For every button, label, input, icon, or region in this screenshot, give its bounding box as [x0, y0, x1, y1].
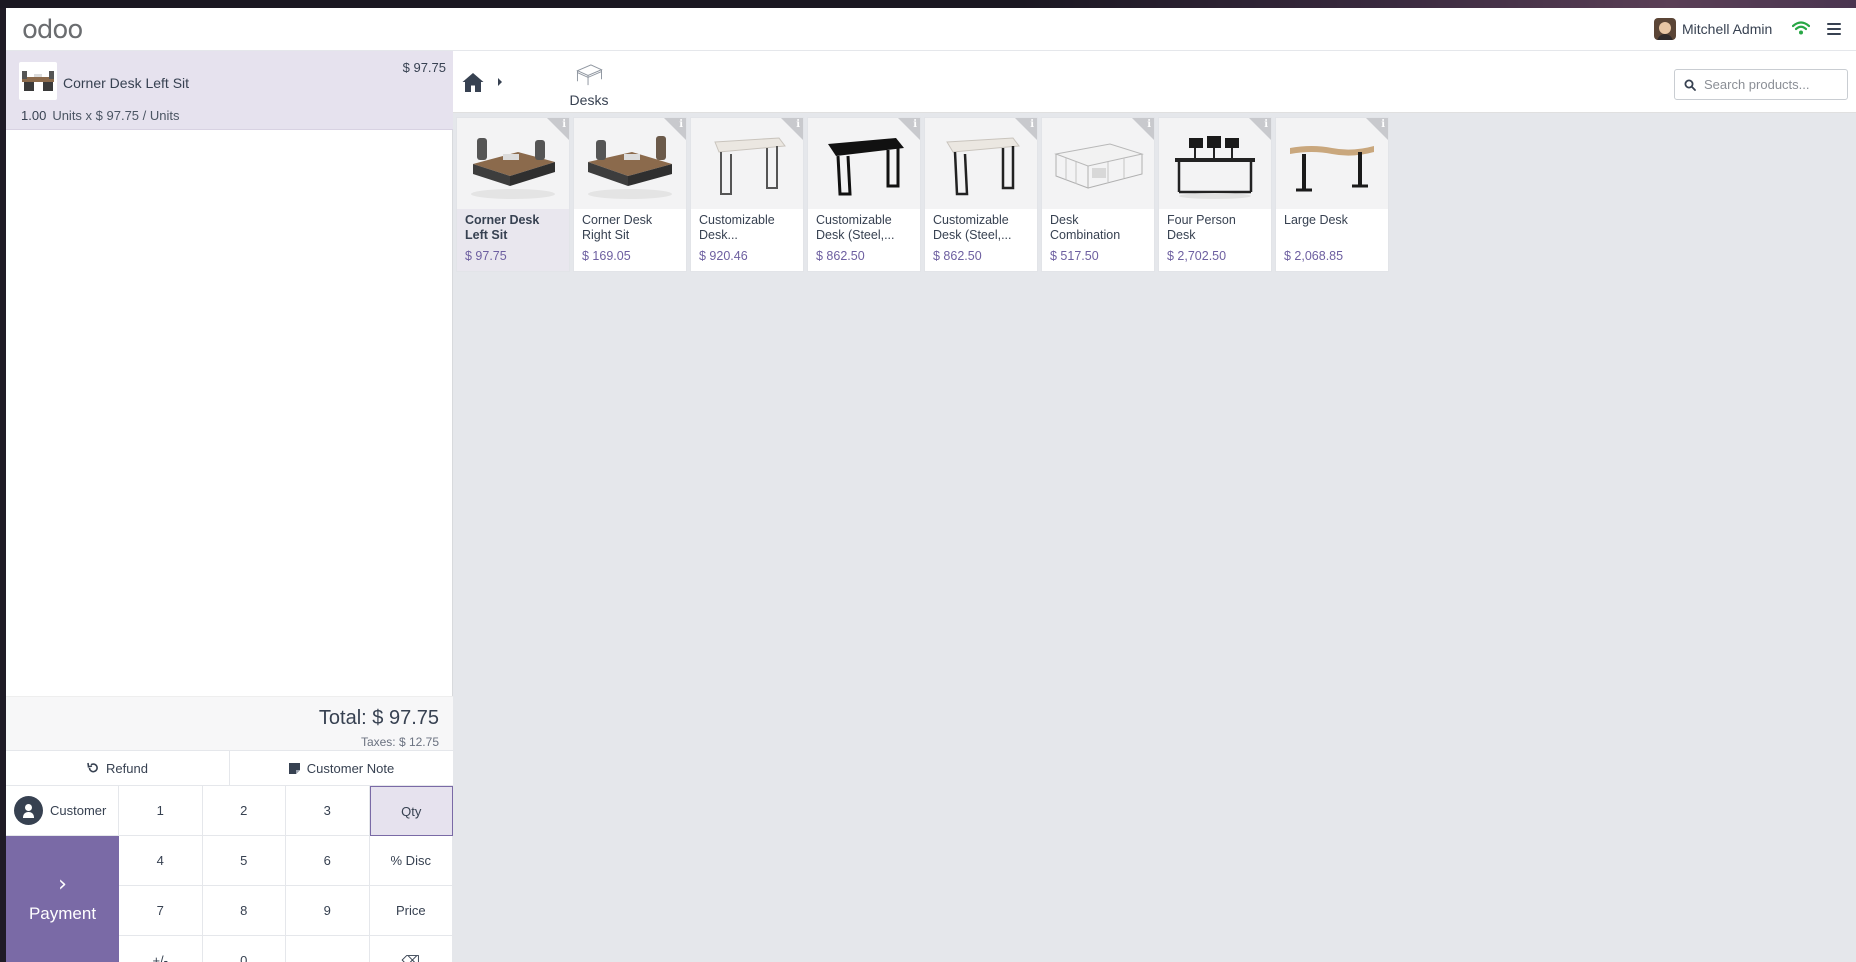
numpad-key-4[interactable]: 4	[119, 836, 203, 886]
order-taxes: Taxes: $ 12.75	[360, 735, 439, 749]
pos-app: odoo Mitchell Admin Corner Desk Left Sit…	[6, 8, 1856, 962]
user-icon	[14, 796, 43, 825]
product-search[interactable]	[1674, 69, 1848, 100]
product-price: $ 862.50	[933, 249, 982, 263]
product-price: $ 920.46	[699, 249, 748, 263]
order-line-thumbnail	[19, 62, 57, 100]
control-buttons: Refund Customer Note	[6, 750, 453, 786]
info-icon[interactable]: i	[1030, 119, 1034, 130]
numpad-key-5[interactable]: 5	[202, 836, 286, 886]
order-line-price: $ 97.75	[402, 60, 446, 75]
product-price: $ 169.05	[582, 249, 631, 263]
search-icon	[1684, 79, 1696, 91]
odoo-logo[interactable]: odoo	[22, 17, 83, 43]
category-label: Desks	[569, 92, 609, 108]
product-name: Desk Combination	[1050, 213, 1121, 242]
numpad: 1 2 3 Qty 4 5 6 % Disc 7 8 9 Price +/- 0…	[119, 786, 453, 962]
mode-discount-button[interactable]: % Disc	[369, 836, 453, 886]
order-line-info: 1.00 Units x $ 97.75 / Units	[21, 108, 179, 123]
note-icon	[288, 762, 300, 774]
product-name: Corner Desk Left Sit	[465, 213, 540, 242]
numpad-area: Customer › Payment 1 2 3 Qty 4 5 6 % Dis…	[6, 786, 453, 962]
product-price: $ 2,068.85	[1284, 249, 1344, 263]
product-name: Customizable Desk (Steel,...	[816, 213, 895, 242]
order-line-unit-info: Units x $ 97.75 / Units	[52, 108, 180, 123]
order-line-quantity: 1.00	[21, 108, 47, 123]
backspace-button[interactable]: ⌫	[369, 936, 453, 962]
product-name: Large Desk	[1284, 213, 1348, 227]
product-price: $ 2,702.50	[1167, 249, 1227, 263]
order-line[interactable]: Corner Desk Left Sit $ 97.75 1.00 Units x…	[6, 51, 453, 130]
hamburger-menu-icon[interactable]	[1826, 21, 1842, 37]
desktop-wallpaper	[0, 0, 1856, 8]
top-navbar: odoo Mitchell Admin	[6, 8, 1856, 51]
info-icon[interactable]: i	[796, 119, 800, 130]
refund-button[interactable]: Refund	[6, 751, 230, 785]
info-icon[interactable]: i	[679, 119, 683, 130]
numpad-decimal-button[interactable]: .	[286, 936, 370, 962]
numpad-key-6[interactable]: 6	[286, 836, 370, 886]
order-panel: Corner Desk Left Sit $ 97.75 1.00 Units x…	[6, 51, 453, 962]
product-card[interactable]: i Large Desk $ 2,068.85	[1275, 117, 1389, 272]
info-icon[interactable]: i	[1264, 119, 1268, 130]
order-total: Total: $ 97.75	[318, 707, 439, 729]
info-icon[interactable]: i	[1381, 119, 1385, 130]
product-card[interactable]: i Customizable Desk... $ 920.46	[690, 117, 804, 272]
user-menu[interactable]: Mitchell Admin	[1654, 18, 1772, 40]
corner-desk-icon	[22, 71, 54, 91]
product-card[interactable]: i Customizable Desk (Steel,... $ 862.50	[807, 117, 921, 272]
product-name: Customizable Desk (Steel,...	[933, 213, 1012, 242]
product-card[interactable]: i Four Person Desk $ 2,702.50	[1158, 117, 1272, 272]
wifi-icon[interactable]	[1792, 20, 1810, 36]
numpad-key-9[interactable]: 9	[286, 886, 370, 936]
numpad-sign-button[interactable]: +/-	[119, 936, 203, 962]
breadcrumb-caret-icon	[498, 78, 502, 86]
info-icon[interactable]: i	[1147, 119, 1151, 130]
refund-label: Refund	[106, 760, 148, 776]
numpad-key-7[interactable]: 7	[119, 886, 203, 936]
product-list: i Corner Desk Left Sit $ 97.75 i Corner …	[456, 117, 1389, 272]
product-card[interactable]: i Desk Combination $ 517.50	[1041, 117, 1155, 272]
mode-qty-button[interactable]: Qty	[369, 786, 453, 836]
numpad-key-0[interactable]: 0	[202, 936, 286, 962]
user-avatar	[1654, 18, 1676, 40]
numpad-key-2[interactable]: 2	[202, 786, 286, 836]
home-icon[interactable]	[461, 71, 485, 93]
customer-note-label: Customer Note	[306, 760, 395, 776]
info-icon[interactable]: i	[913, 119, 917, 130]
product-price: $ 97.75	[465, 249, 507, 263]
order-totals: Total: $ 97.75 Taxes: $ 12.75	[6, 696, 453, 750]
search-input[interactable]	[1704, 77, 1844, 92]
product-name: Corner Desk Right Sit	[582, 213, 653, 242]
chevron-right-icon: ›	[58, 872, 67, 897]
category-desks[interactable]: Desks	[561, 62, 617, 108]
product-price: $ 517.50	[1050, 249, 1099, 263]
numpad-key-3[interactable]: 3	[286, 786, 370, 836]
info-icon[interactable]: i	[562, 119, 566, 130]
product-card[interactable]: i Corner Desk Right Sit $ 169.05	[573, 117, 687, 272]
numpad-key-8[interactable]: 8	[202, 886, 286, 936]
user-name: Mitchell Admin	[1682, 21, 1773, 37]
customer-note-button[interactable]: Customer Note	[230, 751, 453, 785]
payment-button[interactable]: › Payment	[6, 836, 119, 962]
category-breadcrumb-bar: Desks	[453, 51, 1856, 113]
refund-icon	[87, 762, 98, 773]
payment-label: Payment	[28, 904, 97, 923]
product-card[interactable]: i Corner Desk Left Sit $ 97.75	[456, 117, 570, 272]
mode-price-button[interactable]: Price	[369, 886, 453, 936]
product-name: Customizable Desk...	[699, 213, 775, 242]
numpad-key-1[interactable]: 1	[119, 786, 203, 836]
product-name: Four Person Desk	[1167, 213, 1236, 242]
customer-label: Customer	[50, 803, 107, 818]
customer-button[interactable]: Customer	[6, 786, 119, 836]
products-panel: Desks Search products... i Corner Desk L…	[453, 51, 1856, 962]
desk-category-icon	[576, 64, 603, 86]
product-card[interactable]: i Customizable Desk (Steel,... $ 862.50	[924, 117, 1038, 272]
order-line-product-name: Corner Desk Left Sit	[63, 75, 190, 91]
product-price: $ 862.50	[816, 249, 865, 263]
